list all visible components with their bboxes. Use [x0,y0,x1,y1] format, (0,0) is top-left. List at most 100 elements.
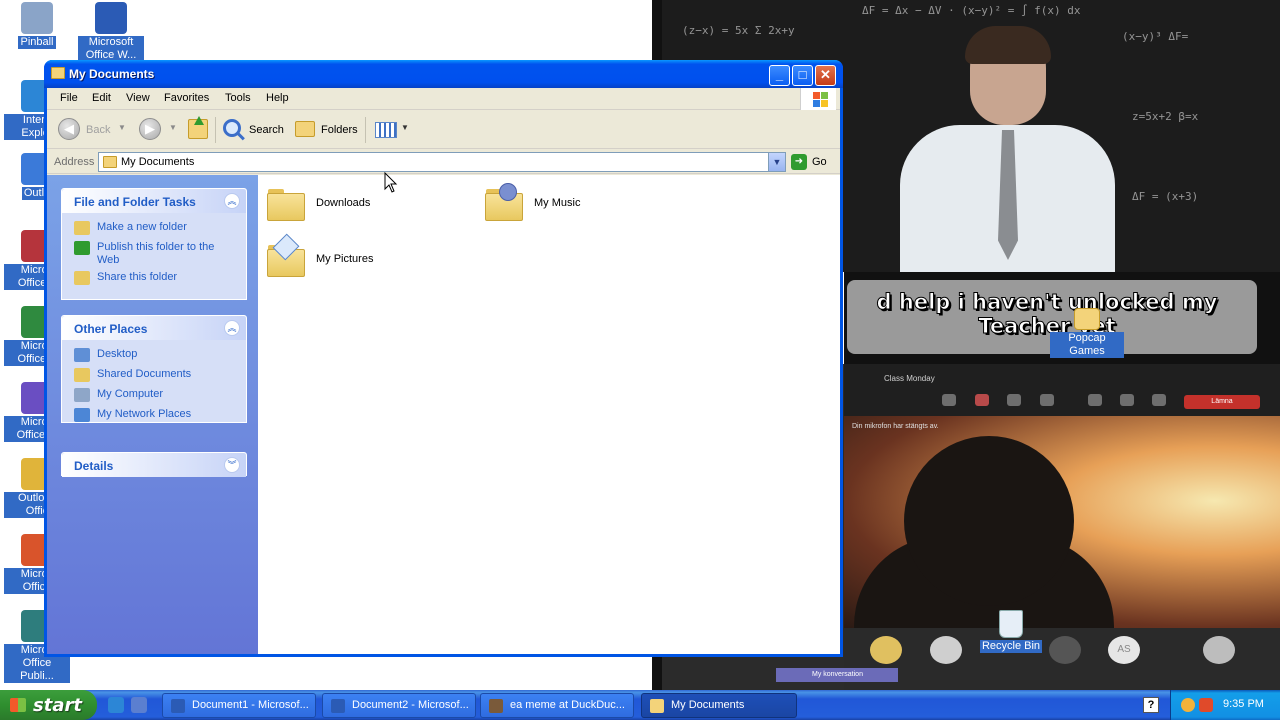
more-icon [1040,394,1054,406]
address-input[interactable]: My Documents ▼ [98,152,786,172]
taskbar-button-label: ea meme at DuckDuc... [510,699,625,711]
task-link-label[interactable]: Share this folder [97,271,177,283]
computer-icon [74,388,90,402]
taskbar-button[interactable]: My Documents [641,693,797,718]
desktop-icon-popcap-games[interactable]: Popcap Games [1050,308,1124,358]
new-folder-icon [74,221,90,235]
collapse-icon[interactable]: ︽ [224,193,240,209]
task-link[interactable]: Publish this folder to the Web [74,241,236,267]
forward-arrow-icon[interactable]: ▶ [139,118,161,140]
task-link[interactable]: Shared Documents [74,368,236,384]
menu-favorites[interactable]: Favorites [164,92,209,104]
file-name: My Music [534,197,581,209]
folders-button-label[interactable]: Folders [321,124,358,136]
participant-avatar [870,636,902,664]
back-button-label[interactable]: Back [86,124,110,136]
taskbar-button[interactable]: Document2 - Microsof... [322,693,476,718]
back-history-caret-icon[interactable]: ▼ [118,123,126,132]
task-link[interactable]: Share this folder [74,271,236,287]
panel-header[interactable]: Details ︾ [62,453,246,477]
maximize-button[interactable]: □ [792,65,813,86]
panel-header[interactable]: File and Folder Tasks ︽ [62,189,246,213]
task-link-label[interactable]: Make a new folder [97,221,187,233]
clock[interactable]: 9:35 PM [1223,698,1264,710]
security-shield-icon[interactable] [1199,698,1213,712]
participant-avatar [930,636,962,664]
go-arrow-icon[interactable]: ➜ [791,154,807,170]
close-button[interactable]: ✕ [815,65,836,86]
video-call-title: Class Monday [884,374,935,383]
task-link[interactable]: My Computer [74,388,236,404]
panel-header[interactable]: Other Places ︽ [62,316,246,340]
meme-caption: d help i haven't unlocked my Teacher yet [876,290,1218,339]
publish-web-icon [74,241,90,255]
tray-status-icon[interactable] [1181,698,1195,712]
task-link[interactable]: Make a new folder [74,221,236,237]
up-folder-icon[interactable] [188,116,208,139]
task-link-label[interactable]: My Computer [97,388,163,400]
desktop-icon-label: Popcap Games [1050,332,1124,358]
folders-icon[interactable] [295,121,315,137]
toolbar-separator [215,117,216,143]
menu-view[interactable]: View [126,92,150,104]
desktop-icon-label: Microsoft Office W... [78,36,144,62]
views-caret-icon[interactable]: ▼ [401,123,409,132]
network-icon [74,408,90,422]
desktop-icon-recycle-bin[interactable]: Recycle Bin [978,610,1044,653]
address-dropdown-icon[interactable]: ▼ [768,153,785,171]
show-desktop-icon[interactable] [131,697,147,713]
back-arrow-icon[interactable]: ◀ [58,118,80,140]
desktop-icon-word[interactable]: Microsoft Office W... [78,2,144,62]
desktop-icon [74,348,90,362]
help-icon[interactable]: ? [1143,697,1159,713]
menu-edit[interactable]: Edit [92,92,111,104]
forward-history-caret-icon[interactable]: ▼ [169,123,177,132]
wallpaper-teacher-photo [895,26,1120,272]
participant-avatar [1203,636,1235,664]
search-icon[interactable] [223,119,241,137]
start-button[interactable]: start [0,690,97,720]
pictures-folder-icon [267,233,305,277]
window-title: My Documents [69,67,155,81]
video-call-tab: My konversation [776,668,898,682]
collapse-icon[interactable]: ︽ [224,320,240,336]
menu-help[interactable]: Help [266,92,289,104]
menu-bar: File Edit View Favorites Tools Help [47,88,840,110]
folder-icon [103,156,117,168]
address-value[interactable]: My Documents [121,156,194,168]
task-link-label[interactable]: Publish this folder to the Web [97,241,214,266]
menu-file[interactable]: File [60,92,78,104]
views-icon[interactable] [375,122,397,138]
taskbar-app-icon [331,699,345,713]
address-bar: Address My Documents ▼ ➜ Go [47,150,840,174]
minimize-button[interactable]: _ [769,65,790,86]
file-list-view[interactable]: Downloads My Music My Pictures [258,175,840,654]
window-client-area: File Edit View Favorites Tools Help ◀ Ba… [47,88,840,654]
desktop-icon-pinball[interactable]: Pinball [4,2,70,49]
taskbar-button[interactable]: ea meme at DuckDuc... [480,693,634,718]
file-item-my-pictures[interactable]: My Pictures [267,233,417,281]
file-name: My Pictures [316,253,374,265]
task-link[interactable]: My Network Places [74,408,236,424]
mouse-cursor-icon [384,172,398,193]
internet-explorer-icon[interactable] [108,697,124,713]
taskbar-button[interactable]: Document1 - Microsof... [162,693,316,718]
share-folder-icon [74,271,90,285]
search-button-label[interactable]: Search [249,124,284,136]
camera-icon [1088,394,1102,406]
leave-call-button: Lämna [1184,395,1260,409]
task-link-label[interactable]: Shared Documents [97,368,191,380]
people-icon [942,394,956,406]
file-item-my-music[interactable]: My Music [485,183,635,225]
expand-icon[interactable]: ︾ [224,457,240,473]
taskbar-app-icon [489,699,503,713]
title-bar[interactable]: My Documents _ □ ✕ [44,60,843,88]
address-label: Address [54,156,95,168]
task-link-label[interactable]: My Network Places [97,408,191,420]
task-link[interactable]: Desktop [74,348,236,364]
share-icon [1007,394,1021,406]
go-button-label[interactable]: Go [812,156,827,168]
menu-tools[interactable]: Tools [225,92,251,104]
folder-icon [267,187,305,221]
task-link-label[interactable]: Desktop [97,348,137,360]
